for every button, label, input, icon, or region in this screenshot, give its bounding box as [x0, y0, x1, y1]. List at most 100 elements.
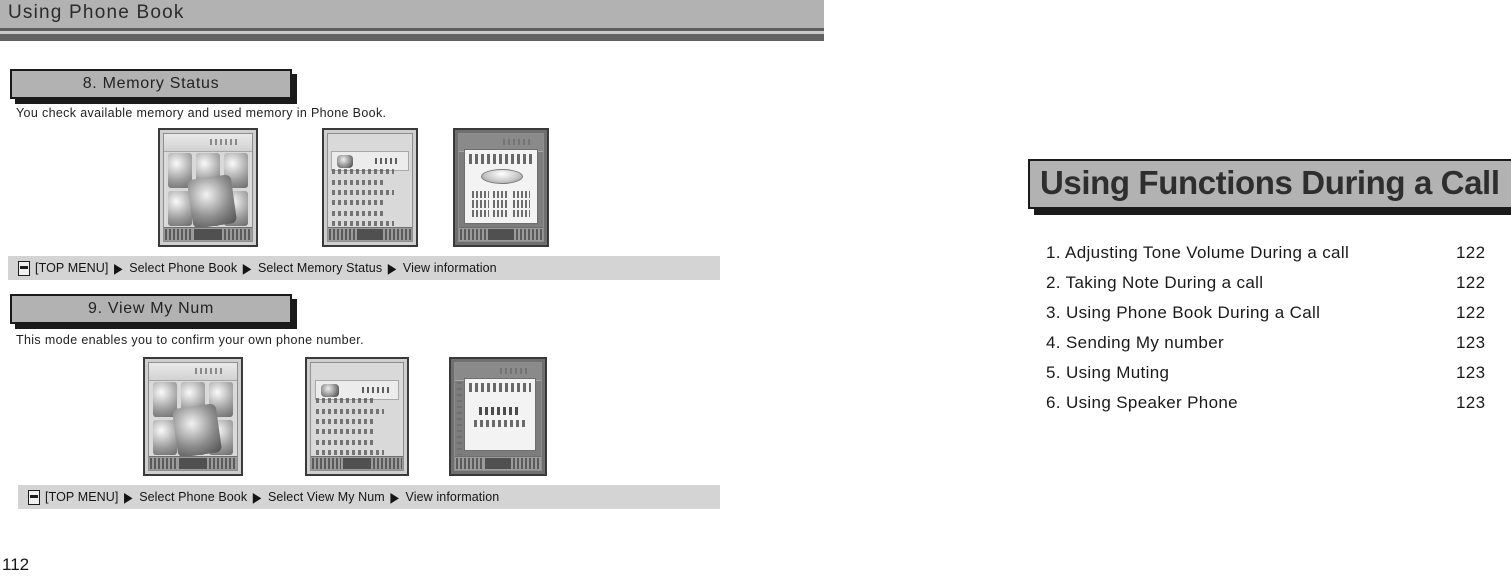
nav-path-step-3: View information: [402, 261, 497, 275]
my-number-value: [474, 420, 526, 428]
toc-item-label: 1. Adjusting Tone Volume During a call: [1046, 243, 1350, 262]
soft-key-left: [456, 458, 483, 469]
nav-path-step-1: Select Phone Book: [129, 261, 238, 275]
soft-key-right: [208, 458, 236, 469]
toc-item[interactable]: 1. Adjusting Tone Volume During a call 1…: [1028, 243, 1498, 273]
soft-key-bar: [459, 227, 543, 241]
soft-key-center: [484, 458, 512, 469]
soft-key-center: [179, 458, 207, 469]
soft-key-bar: [328, 227, 412, 241]
toc-item-page: 122: [1456, 273, 1486, 292]
toc-item[interactable]: 6. Using Speaker Phone 123: [1028, 393, 1498, 423]
screenshot-memory-status-8: [453, 128, 549, 247]
chapter-title-plaque: Using Functions During a Call: [1028, 159, 1511, 209]
soft-key-left: [312, 458, 341, 469]
soft-key-center: [357, 229, 383, 240]
soft-key-left: [165, 229, 193, 240]
menu-list-item: [315, 429, 374, 435]
menu-list-item: [332, 200, 386, 206]
screenshot-phone-book-menu-9: [305, 357, 409, 476]
running-header-title: Using Phone Book: [8, 2, 185, 23]
menu-list-item: [332, 179, 386, 185]
memory-cell: [512, 200, 530, 208]
screenshot-main-menu-8: [158, 128, 258, 247]
scroll-indicator: [457, 382, 463, 456]
memory-status-dialog: [464, 148, 538, 224]
soft-key-right: [373, 458, 403, 469]
dialog-title-text: [468, 382, 531, 393]
memory-cell: [512, 190, 530, 199]
section-plaque-label: 8. Memory Status: [82, 75, 220, 92]
right-page: Using Functions During a Call 1. Adjusti…: [824, 0, 1511, 577]
screen-inner: [310, 362, 404, 471]
nav-path-view-my-num: [TOP MENU] ▶ Select Phone Book ▶ Select …: [18, 485, 720, 509]
soft-key-left: [329, 229, 355, 240]
my-number-dialog: [463, 377, 536, 451]
toc-item-label: 3. Using Phone Book During a Call: [1046, 303, 1321, 322]
phone-handset-icon: [187, 173, 238, 229]
nav-path-step-2: Select View My Num: [267, 490, 385, 504]
running-header: Using Phone Book: [0, 0, 824, 28]
screen-inner: [163, 133, 253, 242]
screenshot-phone-book-menu-8: [322, 128, 418, 247]
screen-title-bar: [331, 151, 409, 172]
chevron-right-icon: ▶: [252, 490, 262, 506]
chapter-title: Using Functions During a Call: [1040, 164, 1500, 201]
left-page: Using Phone Book 8. Memory Status You ch…: [0, 0, 824, 577]
toc-item-label: 5. Using Muting: [1046, 363, 1170, 382]
screenshot-main-menu-9: [143, 357, 243, 476]
toc-item-label: 2. Taking Note During a call: [1046, 273, 1264, 292]
menu-list-item: [332, 189, 395, 196]
menu-list-item: [315, 408, 384, 414]
toc-item[interactable]: 3. Using Phone Book During a Call 122: [1028, 303, 1498, 333]
soft-key-left: [460, 229, 486, 240]
memory-cell: [512, 209, 530, 218]
menu-list-item: [315, 449, 384, 456]
soft-key-center: [342, 458, 372, 469]
nav-path-step-2: Select Memory Status: [257, 261, 383, 275]
toc-item[interactable]: 2. Taking Note During a call 122: [1028, 273, 1498, 303]
section-plaque-label: 9. View My Num: [88, 300, 214, 317]
status-bar: [164, 134, 252, 153]
screen-inner: [327, 133, 413, 242]
memory-cell: [472, 200, 490, 208]
screenshot-view-my-num-9: [449, 357, 547, 476]
section-plaque-view-my-num: 9. View My Num: [10, 294, 292, 324]
nav-path-step-3: View information: [405, 490, 500, 504]
soft-key-right: [516, 229, 542, 240]
toc-item-label: 4. Sending My number: [1046, 333, 1225, 352]
soft-key-right: [223, 229, 251, 240]
screen-inner: [148, 362, 238, 471]
chevron-right-icon: ▶: [242, 261, 252, 277]
chapter-toc: 1. Adjusting Tone Volume During a call 1…: [1028, 243, 1498, 423]
toc-item-page: 122: [1456, 303, 1486, 322]
screen-inner: [454, 362, 542, 471]
section-description-view-my-num: This mode enables you to confirm your ow…: [16, 333, 364, 347]
toc-item[interactable]: 4. Sending My number 123: [1028, 333, 1498, 363]
menu-list: [332, 169, 408, 227]
chevron-right-icon: ▶: [124, 490, 133, 506]
toc-item-page: 122: [1456, 243, 1486, 262]
screen-inner: [458, 133, 544, 242]
section-plaque-memory-status: 8. Memory Status: [10, 69, 292, 99]
chevron-right-icon: ▶: [387, 261, 397, 277]
status-bar: [149, 363, 237, 382]
menu-list-item: [315, 398, 374, 404]
chevron-right-icon: ▶: [390, 490, 399, 506]
screen-title-bar: [314, 380, 400, 401]
soft-key-center: [194, 229, 222, 240]
nav-path-step-1: Select Phone Book: [139, 490, 248, 504]
soft-key-bar: [164, 227, 252, 241]
nav-path-text: [TOP MENU] ▶ Select Phone Book ▶ Select …: [35, 261, 497, 277]
soft-key-bar: [455, 456, 541, 470]
toc-item[interactable]: 5. Using Muting 123: [1028, 363, 1498, 393]
menu-list-item: [332, 220, 395, 227]
toc-item-page: 123: [1456, 363, 1486, 382]
memory-disc-graphic: [480, 168, 524, 185]
menu-list-item: [315, 418, 374, 425]
toc-item-page: 123: [1456, 333, 1486, 352]
dialog-title-text: [469, 153, 533, 164]
soft-key-bar: [311, 456, 403, 470]
header-rule-dark-lower: [0, 34, 824, 41]
memory-value-rows: [472, 190, 530, 218]
